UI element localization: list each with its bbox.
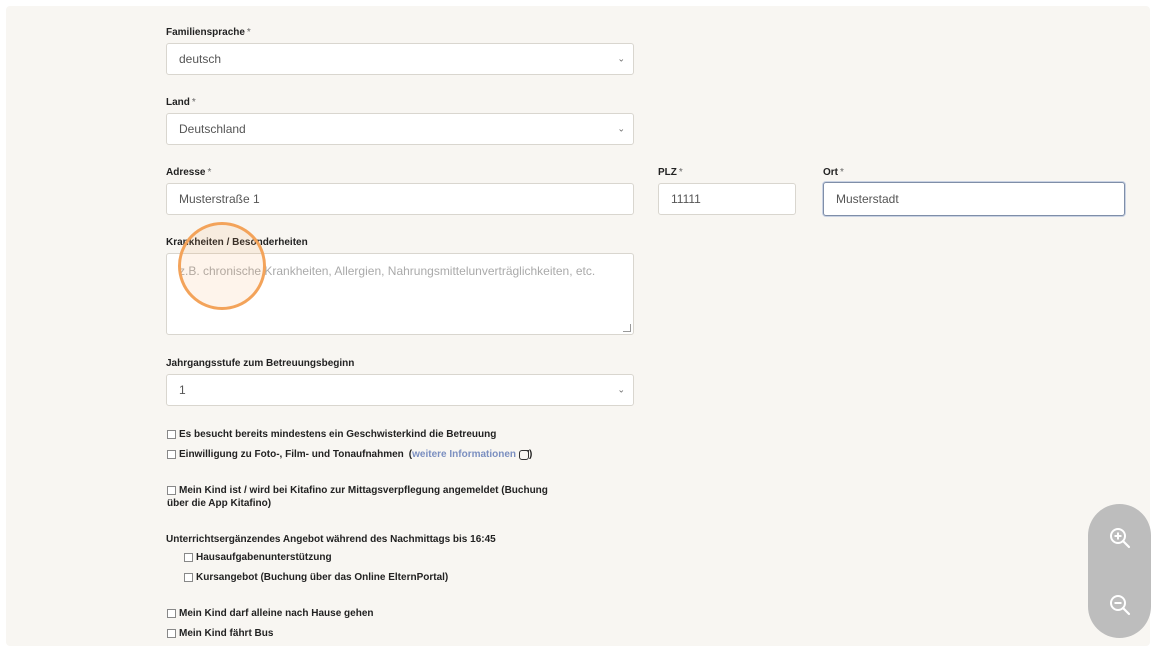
ort-label: Ort * — [823, 167, 844, 178]
adresse-label: Adresse * — [166, 167, 212, 178]
chevron-down-icon: ⌄ — [617, 123, 625, 134]
adresse-value: Musterstraße 1 — [179, 192, 260, 206]
jahrgang-select[interactable]: 1 ⌄ — [166, 374, 634, 406]
zoom-out-icon — [1109, 594, 1130, 615]
bus-checkbox[interactable] — [167, 629, 176, 638]
zoom-controls — [1088, 504, 1151, 638]
click-indicator — [178, 222, 266, 310]
external-link-icon[interactable] — [519, 449, 530, 460]
zoom-out-button[interactable] — [1088, 571, 1151, 638]
zoom-in-button[interactable] — [1088, 504, 1151, 571]
ort-value: Musterstadt — [836, 192, 899, 206]
kursangebot-label: Kursangebot (Buchung über das Online Elt… — [196, 572, 449, 583]
plz-label: PLZ * — [658, 167, 683, 178]
kursangebot-checkbox[interactable] — [184, 573, 193, 582]
land-label: Land * — [166, 97, 196, 108]
checkbox-row-bus[interactable]: Mein Kind fährt Bus — [167, 627, 273, 640]
adresse-input[interactable]: Musterstraße 1 — [166, 183, 634, 215]
nachmittag-heading: Unterrichtsergänzendes Angebot während d… — [166, 534, 496, 545]
chevron-down-icon: ⌄ — [617, 384, 625, 395]
weitere-informationen-link[interactable]: weitere Informationen — [412, 448, 516, 461]
zoom-in-icon — [1109, 527, 1130, 548]
geschwister-label: Es besucht bereits mindestens ein Geschw… — [179, 429, 497, 440]
jahrgang-value: 1 — [179, 383, 186, 397]
hausaufgaben-checkbox[interactable] — [184, 553, 193, 562]
checkbox-row-mittag[interactable]: Mein Kind ist / wird bei Kitafino zur Mi… — [167, 484, 548, 510]
plz-value: 11111 — [671, 192, 701, 206]
einwilligung-checkbox[interactable] — [167, 450, 176, 459]
alleine-checkbox[interactable] — [167, 609, 176, 618]
checkbox-row-alleine[interactable]: Mein Kind darf alleine nach Hause gehen — [167, 607, 374, 620]
ort-input[interactable]: Musterstadt — [823, 182, 1125, 216]
checkbox-row-kursangebot[interactable]: Kursangebot (Buchung über das Online Elt… — [184, 571, 448, 584]
familiensprache-select[interactable]: deutsch ⌄ — [166, 43, 634, 75]
familiensprache-value: deutsch — [179, 52, 222, 66]
land-select[interactable]: Deutschland ⌄ — [166, 113, 634, 145]
mittag-checkbox[interactable] — [167, 486, 176, 495]
checkbox-row-hausaufgaben[interactable]: Hausaufgabenunterstützung — [184, 551, 332, 564]
land-value: Deutschland — [179, 122, 246, 136]
plz-input[interactable]: 11111 — [658, 183, 796, 215]
mittag-label-line1: Mein Kind ist / wird bei Kitafino zur Mi… — [179, 485, 548, 496]
einwilligung-label: Einwilligung zu Foto-, Film- und Tonaufn… — [179, 449, 404, 460]
familiensprache-label: Familiensprache * — [166, 27, 251, 38]
chevron-down-icon: ⌄ — [617, 53, 625, 64]
einwilligung-paren-close: ) — [529, 449, 533, 460]
resize-handle-icon[interactable] — [623, 324, 631, 332]
bus-label: Mein Kind fährt Bus — [179, 628, 274, 639]
alleine-label: Mein Kind darf alleine nach Hause gehen — [179, 608, 374, 619]
geschwister-checkbox[interactable] — [167, 430, 176, 439]
checkbox-row-geschwister[interactable]: Es besucht bereits mindestens ein Geschw… — [167, 428, 496, 441]
checkbox-row-einwilligung[interactable]: Einwilligung zu Foto-, Film- und Tonaufn… — [167, 448, 532, 461]
jahrgang-label: Jahrgangsstufe zum Betreuungsbeginn — [166, 358, 355, 369]
mittag-label-line2: über die App Kitafino) — [167, 498, 272, 509]
hausaufgaben-label: Hausaufgabenunterstützung — [196, 552, 332, 563]
